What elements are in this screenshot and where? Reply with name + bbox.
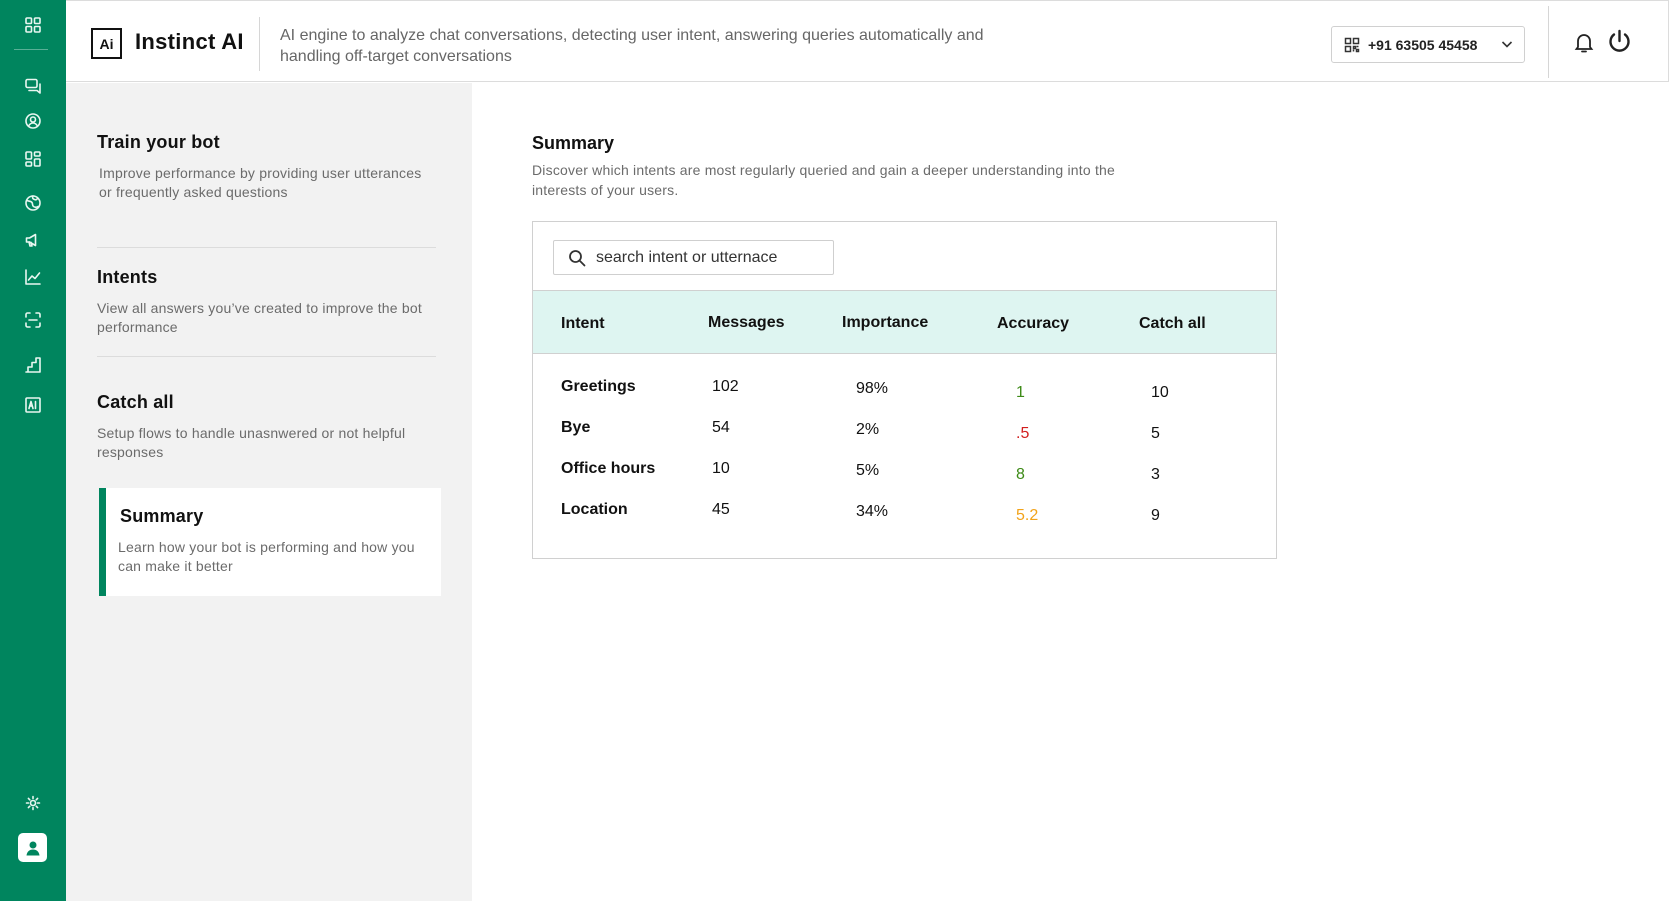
scan-icon[interactable] xyxy=(0,305,66,335)
header-divider-right xyxy=(1548,6,1549,78)
cell-intent: Office hours xyxy=(561,460,656,477)
nav-item-summary[interactable]: Summary Learn how your bot is performing… xyxy=(99,488,441,596)
megaphone-icon[interactable] xyxy=(0,225,66,255)
cell-messages: 54 xyxy=(712,419,730,436)
search-box[interactable] xyxy=(553,240,834,275)
top-header: Ai Instinct AI AI engine to analyze chat… xyxy=(66,0,1669,82)
steps-icon[interactable] xyxy=(0,350,66,380)
column-header-messages[interactable]: Messages xyxy=(708,314,785,332)
app-logo: Ai xyxy=(91,28,122,59)
summary-panel: Summary Discover which intents are most … xyxy=(472,83,1669,901)
nav-item-intents[interactable]: Intents View all answers you’ve created … xyxy=(97,267,436,337)
cell-intent: Greetings xyxy=(561,378,636,395)
nav-item-catch-all[interactable]: Catch all Setup flows to handle unasnwer… xyxy=(97,392,436,462)
cell-accuracy: 8 xyxy=(1016,466,1025,483)
cell-catch-all: 3 xyxy=(1151,466,1160,483)
qr-code-icon xyxy=(1344,37,1360,53)
nav-item-title: Catch all xyxy=(97,392,174,412)
nav-item-title: Summary xyxy=(120,506,204,526)
globe-icon[interactable] xyxy=(0,188,66,218)
search-icon xyxy=(569,249,586,266)
cell-intent: Bye xyxy=(561,419,591,436)
ai-icon[interactable] xyxy=(0,390,66,420)
user-icon xyxy=(26,841,39,855)
table-row[interactable]: Greetings 102 98% 1 10 xyxy=(533,378,1276,408)
page-title: Summary xyxy=(532,133,615,153)
rail-divider xyxy=(14,49,48,50)
nav-item-desc: View all answers you’ve created to impro… xyxy=(97,300,422,335)
cell-intent: Location xyxy=(561,501,628,518)
phone-number-dropdown[interactable]: +91 63505 45458 xyxy=(1331,26,1525,63)
apps-icon[interactable] xyxy=(0,10,66,40)
nav-item-train-your-bot[interactable]: Train your bot Improve performance by pr… xyxy=(97,132,436,202)
nav-item-title: Train your bot xyxy=(97,132,220,152)
power-icon[interactable] xyxy=(1606,28,1633,55)
chat-icon[interactable] xyxy=(0,71,66,101)
column-header-catch-all[interactable]: Catch all xyxy=(1139,315,1206,333)
search-input[interactable] xyxy=(596,248,826,267)
cell-accuracy: 1 xyxy=(1016,384,1025,401)
user-avatar-button[interactable] xyxy=(18,833,47,862)
cell-messages: 10 xyxy=(712,460,730,477)
cell-messages: 102 xyxy=(712,378,739,395)
settings-icon[interactable] xyxy=(0,788,66,818)
left-rail xyxy=(0,0,66,901)
cell-messages: 45 xyxy=(712,501,730,518)
table-row[interactable]: Location 45 34% 5.2 9 xyxy=(533,501,1276,531)
header-divider xyxy=(259,17,260,71)
table-row[interactable]: Office hours 10 5% 8 3 xyxy=(533,460,1276,490)
analytics-icon[interactable] xyxy=(0,262,66,292)
page-description: Discover which intents are most regularl… xyxy=(532,162,1116,198)
app-title: Instinct AI xyxy=(135,29,244,54)
cell-catch-all: 5 xyxy=(1151,425,1160,442)
logo-text: Ai xyxy=(99,35,114,52)
chevron-down-icon xyxy=(1500,37,1514,51)
nav-item-desc: Setup flows to handle unasnwered or not … xyxy=(97,425,406,460)
column-header-importance[interactable]: Importance xyxy=(842,314,928,332)
table-header: Intent Messages Importance Accuracy Catc… xyxy=(533,290,1276,354)
nav-divider xyxy=(97,247,436,248)
cell-catch-all: 10 xyxy=(1151,384,1169,401)
nav-item-desc: Improve performance by providing user ut… xyxy=(99,165,422,200)
nav-divider xyxy=(97,356,436,357)
cell-importance: 5% xyxy=(856,462,880,479)
column-header-accuracy[interactable]: Accuracy xyxy=(997,315,1069,333)
cell-importance: 98% xyxy=(856,380,889,397)
cell-importance: 2% xyxy=(856,421,880,438)
section-nav: Train your bot Improve performance by pr… xyxy=(66,83,472,901)
cell-importance: 34% xyxy=(856,503,889,520)
phone-number-value: +91 63505 45458 xyxy=(1368,36,1478,53)
column-header-intent[interactable]: Intent xyxy=(561,315,605,333)
table-row[interactable]: Bye 54 2% .5 5 xyxy=(533,419,1276,449)
cell-accuracy: .5 xyxy=(1016,425,1030,442)
contacts-icon[interactable] xyxy=(0,106,66,136)
nav-item-desc: Learn how your bot is performing and how… xyxy=(118,539,415,574)
intent-summary-table: Intent Messages Importance Accuracy Catc… xyxy=(532,221,1277,559)
app-tagline: AI engine to analyze chat conversations,… xyxy=(280,27,984,65)
cell-accuracy: 5.2 xyxy=(1016,507,1039,524)
dashboard-icon[interactable] xyxy=(0,144,66,174)
nav-item-title: Intents xyxy=(97,267,158,287)
bell-icon[interactable] xyxy=(1572,30,1596,54)
cell-catch-all: 9 xyxy=(1151,507,1160,524)
